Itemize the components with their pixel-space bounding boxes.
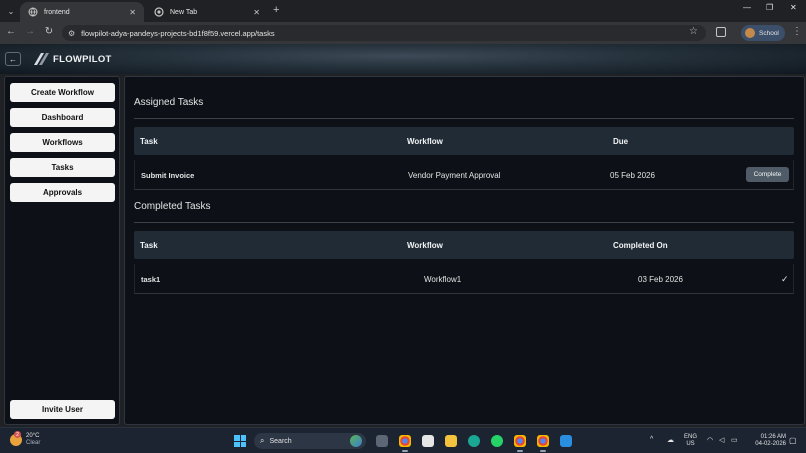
completed-table-header: Task Workflow Completed On [134, 231, 794, 259]
back-icon[interactable]: ← [4, 26, 18, 37]
battery-icon[interactable]: ▭ [731, 436, 738, 444]
column-header-task: Task [140, 137, 158, 146]
table-row: Submit Invoice Vendor Payment Approval 0… [134, 160, 794, 190]
assigned-tasks-title: Assigned Tasks [134, 97, 204, 108]
browser-tab-strip: ⌄ frontend ✕ New Tab ✕ + — ❐ ✕ [0, 0, 806, 22]
clock-date: 04-02-2026 [755, 441, 786, 447]
chrome-app-icon[interactable] [399, 435, 411, 452]
column-header-task: Task [140, 241, 158, 250]
flowpilot-logo-icon [34, 53, 49, 65]
main-content: Assigned Tasks Task Workflow Due Submit … [124, 76, 805, 425]
address-bar[interactable]: ⚙ flowpilot-adya-pandeys-projects-bd1f8f… [62, 25, 706, 41]
invite-user-button[interactable]: Invite User [10, 400, 115, 419]
browser-tab-frontend[interactable]: frontend ✕ [20, 2, 144, 22]
task-name: Submit Invoice [141, 171, 195, 180]
taskbar: 2 20°C Clear ⌕ Search ^ ☁ ENG US ◠ ◁ ▭ 0… [0, 427, 806, 453]
column-header-completed-on: Completed On [613, 241, 668, 250]
sidebar-item-approvals[interactable]: Approvals [10, 183, 115, 202]
language-indicator[interactable]: ENG US [684, 434, 697, 448]
profile-button[interactable]: School [741, 25, 785, 41]
completed-tasks-title: Completed Tasks [134, 201, 211, 212]
taskbar-search[interactable]: ⌕ Search [254, 433, 366, 449]
completed-date: 03 Feb 2026 [638, 275, 683, 284]
weather-description: Clear [26, 440, 41, 446]
microsoft-store-icon[interactable] [422, 435, 434, 447]
edge-icon[interactable] [468, 435, 480, 447]
minimize-icon[interactable]: — [743, 3, 751, 12]
workflow-name: Workflow1 [424, 275, 462, 284]
file-explorer-icon[interactable] [445, 435, 457, 447]
browser-toolbar: ← → ↻ ⚙ flowpilot-adya-pandeys-projects-… [0, 22, 806, 44]
column-header-workflow: Workflow [407, 241, 443, 250]
chrome-profile-2-icon[interactable] [537, 435, 549, 452]
globe-icon [28, 7, 38, 17]
search-highlight-icon [350, 435, 362, 447]
system-clock[interactable]: 01:26 AM 04-02-2026 [752, 434, 786, 448]
column-header-workflow: Workflow [407, 137, 443, 146]
close-tab-icon[interactable]: ✕ [129, 8, 136, 17]
language-code: ENG [684, 434, 698, 440]
site-info-icon[interactable]: ⚙ [68, 29, 75, 38]
arrow-left-icon: ← [9, 54, 17, 64]
url-text: flowpilot-adya-pandeys-projects-bd1f8f59… [81, 28, 275, 38]
browser-tab-new-tab[interactable]: New Tab ✕ [146, 2, 268, 22]
tab-search-icon[interactable]: ⌄ [4, 4, 18, 18]
chrome-profile-icon[interactable] [514, 435, 526, 452]
workflow-name: Vendor Payment Approval [408, 171, 501, 180]
app-back-button[interactable]: ← [5, 52, 21, 66]
table-row: task1 Workflow1 03 Feb 2026 ✓ [134, 264, 794, 294]
profile-label: School [759, 29, 779, 37]
brand-name: FLOWPILOT [53, 53, 112, 65]
sidebar-item-create-workflow[interactable]: Create Workflow [10, 83, 115, 102]
divider [134, 118, 794, 119]
sidebar-item-dashboard[interactable]: Dashboard [10, 108, 115, 127]
new-tab-icon[interactable]: + [273, 4, 279, 16]
app-header: ← FLOWPILOT [0, 44, 806, 74]
due-date: 05 Feb 2026 [610, 171, 655, 180]
reload-icon[interactable]: ↻ [42, 26, 56, 37]
chevron-up-icon[interactable]: ^ [650, 436, 653, 443]
weather-sun-icon: 2 [10, 431, 22, 446]
sidebar-item-tasks[interactable]: Tasks [10, 158, 115, 177]
wifi-icon[interactable]: ◠ [707, 436, 713, 444]
vscode-icon[interactable] [560, 435, 572, 447]
complete-button[interactable]: Complete [746, 167, 789, 182]
assigned-table-header: Task Workflow Due [134, 127, 794, 155]
more-menu-icon[interactable]: ⋮ [792, 26, 802, 37]
chrome-icon [154, 7, 164, 17]
notification-badge: 2 [14, 431, 21, 438]
checkmark-icon: ✓ [781, 274, 789, 284]
weather-temperature: 20°C [26, 433, 40, 439]
divider [134, 222, 794, 223]
forward-icon[interactable]: → [23, 26, 37, 37]
keyboard-region: US [686, 441, 695, 447]
whatsapp-icon[interactable] [491, 435, 503, 447]
notification-center-icon[interactable]: ▢ [789, 436, 797, 445]
task-view-icon[interactable] [376, 435, 388, 447]
avatar [745, 28, 755, 38]
volume-icon[interactable]: ◁ [719, 436, 724, 444]
restore-icon[interactable]: ❐ [766, 3, 773, 12]
tab-title: frontend [44, 8, 70, 16]
clock-time: 01:26 AM [760, 434, 786, 440]
windows-start-icon[interactable] [234, 435, 246, 447]
bookmark-star-icon[interactable]: ☆ [689, 26, 698, 37]
search-icon: ⌕ [260, 436, 265, 445]
sidebar-item-workflows[interactable]: Workflows [10, 133, 115, 152]
sidebar: Create Workflow Dashboard Workflows Task… [4, 76, 120, 425]
search-label: Search [269, 437, 292, 445]
column-header-due: Due [613, 137, 629, 146]
close-tab-icon[interactable]: ✕ [253, 8, 260, 17]
weather-widget[interactable]: 2 20°C Clear [10, 431, 41, 447]
extensions-icon[interactable] [716, 27, 726, 37]
task-name: task1 [141, 275, 161, 284]
close-window-icon[interactable]: ✕ [790, 3, 797, 12]
app-logo: FLOWPILOT [32, 51, 112, 67]
onedrive-icon[interactable]: ☁ [667, 436, 674, 444]
tab-title: New Tab [170, 8, 198, 16]
